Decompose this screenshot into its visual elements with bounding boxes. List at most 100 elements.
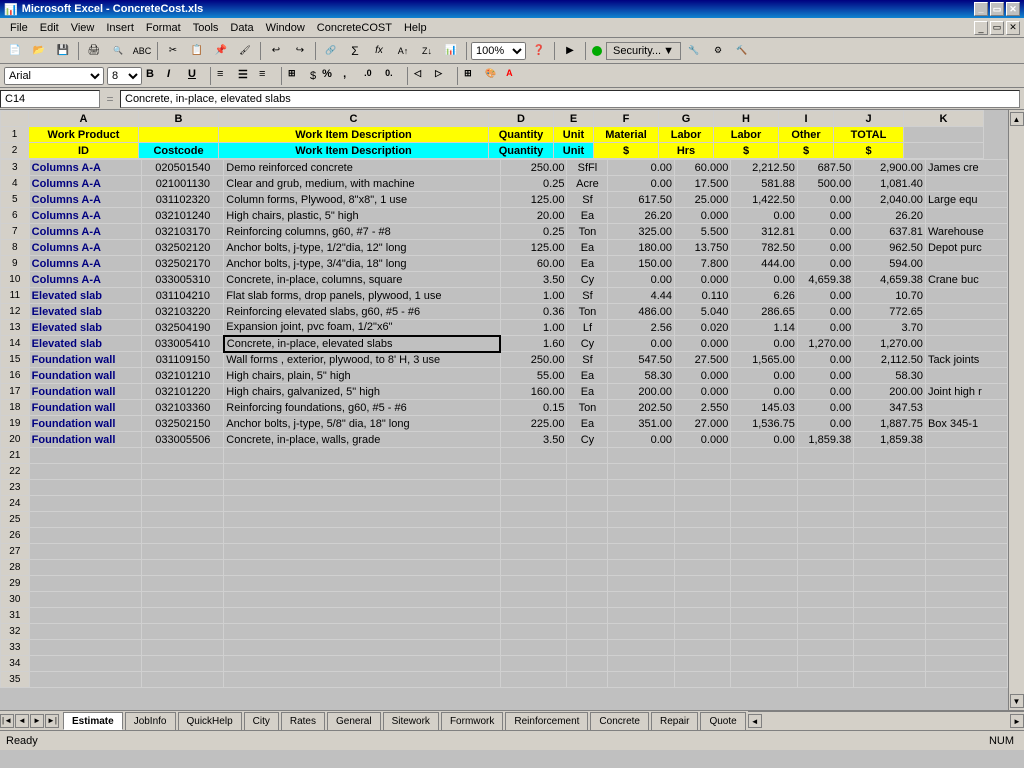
- tools-btn-3[interactable]: 🔨: [731, 40, 753, 62]
- empty-cell-33-3[interactable]: [224, 640, 501, 656]
- empty-cell-21-2[interactable]: [142, 448, 224, 464]
- chart-button[interactable]: 📊: [440, 40, 462, 62]
- empty-cell-33-6[interactable]: [608, 640, 675, 656]
- cell-C-6[interactable]: High chairs, plastic, 5" high: [224, 208, 501, 224]
- cell-K-12[interactable]: [925, 304, 1007, 320]
- h2-j[interactable]: $: [834, 143, 904, 159]
- cell-H-11[interactable]: 6.26: [731, 288, 798, 304]
- cell-I-11[interactable]: 0.00: [797, 288, 853, 304]
- sheet-tab-city[interactable]: City: [244, 712, 279, 730]
- row-num-24[interactable]: 24: [1, 496, 30, 512]
- cell-H-14[interactable]: 0.00: [731, 336, 798, 352]
- row-num-14[interactable]: 14: [1, 336, 30, 352]
- tab-prev-button[interactable]: ◄: [15, 714, 29, 728]
- menu-edit[interactable]: Edit: [34, 20, 65, 36]
- cell-H-5[interactable]: 1,422.50: [731, 192, 798, 208]
- cell-H-13[interactable]: 1.14: [731, 320, 798, 336]
- cell-I-7[interactable]: 0.00: [797, 224, 853, 240]
- col-header-J[interactable]: J: [834, 111, 904, 127]
- cell-D-7[interactable]: 0.25: [500, 224, 567, 240]
- h2-f[interactable]: $: [594, 143, 659, 159]
- empty-cell-24-3[interactable]: [224, 496, 501, 512]
- empty-cell-35-7[interactable]: [675, 672, 731, 688]
- empty-cell-30-11[interactable]: [925, 592, 1007, 608]
- cell-E-7[interactable]: Ton: [567, 224, 608, 240]
- undo-button[interactable]: ↩: [265, 40, 287, 62]
- menu-tools[interactable]: Tools: [187, 20, 225, 36]
- empty-cell-34-2[interactable]: [142, 656, 224, 672]
- row-num-5[interactable]: 5: [1, 192, 30, 208]
- cell-K-17[interactable]: Joint high r: [925, 384, 1007, 400]
- empty-cell-22-1[interactable]: [29, 464, 142, 480]
- h1-labor-h[interactable]: Labor: [714, 127, 779, 143]
- empty-cell-24-7[interactable]: [675, 496, 731, 512]
- cell-C-13[interactable]: Expansion joint, pvc foam, 1/2"x6": [224, 320, 501, 336]
- empty-cell-27-5[interactable]: [567, 544, 608, 560]
- tools-btn-1[interactable]: 🔧: [683, 40, 705, 62]
- cell-D-18[interactable]: 0.15: [500, 400, 567, 416]
- cell-A-12[interactable]: Elevated slab: [29, 304, 142, 320]
- scroll-right-button[interactable]: ►: [1010, 714, 1024, 728]
- cell-D-4[interactable]: 0.25: [500, 176, 567, 192]
- cell-I-14[interactable]: 1,270.00: [797, 336, 853, 352]
- cell-F-9[interactable]: 150.00: [608, 256, 675, 272]
- cell-G-19[interactable]: 27.000: [675, 416, 731, 432]
- empty-cell-33-5[interactable]: [567, 640, 608, 656]
- cell-H-3[interactable]: 2,212.50: [731, 160, 798, 176]
- cell-A-7[interactable]: Columns A-A: [29, 224, 142, 240]
- cell-D-5[interactable]: 125.00: [500, 192, 567, 208]
- h2-h[interactable]: $: [714, 143, 779, 159]
- cell-F-3[interactable]: 0.00: [608, 160, 675, 176]
- row-num-33[interactable]: 33: [1, 640, 30, 656]
- cell-I-12[interactable]: 0.00: [797, 304, 853, 320]
- empty-cell-24-11[interactable]: [925, 496, 1007, 512]
- cell-D-13[interactable]: 1.00: [500, 320, 567, 336]
- empty-cell-23-4[interactable]: [500, 480, 567, 496]
- cell-K-6[interactable]: [925, 208, 1007, 224]
- empty-cell-24-4[interactable]: [500, 496, 567, 512]
- cell-F-7[interactable]: 325.00: [608, 224, 675, 240]
- cell-K-18[interactable]: [925, 400, 1007, 416]
- cell-H-7[interactable]: 312.81: [731, 224, 798, 240]
- empty-cell-35-5[interactable]: [567, 672, 608, 688]
- col-header-D[interactable]: D: [489, 111, 554, 127]
- scroll-down-button[interactable]: ▼: [1010, 694, 1024, 708]
- cell-F-18[interactable]: 202.50: [608, 400, 675, 416]
- empty-cell-32-6[interactable]: [608, 624, 675, 640]
- cell-A-17[interactable]: Foundation wall: [29, 384, 142, 400]
- cell-C-8[interactable]: Anchor bolts, j-type, 1/2"dia, 12" long: [224, 240, 501, 256]
- cell-F-4[interactable]: 0.00: [608, 176, 675, 192]
- restore-button[interactable]: ▭: [990, 2, 1004, 16]
- empty-cell-24-1[interactable]: [29, 496, 142, 512]
- h1-other[interactable]: Other: [779, 127, 834, 143]
- cell-J-13[interactable]: 3.70: [854, 320, 926, 336]
- cell-F-6[interactable]: 26.20: [608, 208, 675, 224]
- cell-G-20[interactable]: 0.000: [675, 432, 731, 448]
- empty-cell-21-8[interactable]: [731, 448, 798, 464]
- cell-F-17[interactable]: 200.00: [608, 384, 675, 400]
- row-num-29[interactable]: 29: [1, 576, 30, 592]
- cell-F-12[interactable]: 486.00: [608, 304, 675, 320]
- row-num-25[interactable]: 25: [1, 512, 30, 528]
- cell-K-20[interactable]: [925, 432, 1007, 448]
- cell-G-4[interactable]: 17.500: [675, 176, 731, 192]
- sheet-tab-reinforcement[interactable]: Reinforcement: [505, 712, 588, 730]
- cell-I-4[interactable]: 500.00: [797, 176, 853, 192]
- empty-cell-33-11[interactable]: [925, 640, 1007, 656]
- empty-cell-21-5[interactable]: [567, 448, 608, 464]
- h1-labor-g[interactable]: Labor: [659, 127, 714, 143]
- cell-J-17[interactable]: 200.00: [854, 384, 926, 400]
- cell-J-4[interactable]: 1,081.40: [854, 176, 926, 192]
- minimize-button[interactable]: _: [974, 2, 988, 16]
- empty-cell-27-1[interactable]: [29, 544, 142, 560]
- cell-B-7[interactable]: 032103170: [142, 224, 224, 240]
- empty-cell-25-7[interactable]: [675, 512, 731, 528]
- empty-cell-28-5[interactable]: [567, 560, 608, 576]
- col-header-E[interactable]: E: [554, 111, 594, 127]
- empty-cell-22-5[interactable]: [567, 464, 608, 480]
- empty-cell-28-4[interactable]: [500, 560, 567, 576]
- col-header-I[interactable]: I: [779, 111, 834, 127]
- cell-J-11[interactable]: 10.70: [854, 288, 926, 304]
- empty-cell-26-10[interactable]: [854, 528, 926, 544]
- cell-E-11[interactable]: Sf: [567, 288, 608, 304]
